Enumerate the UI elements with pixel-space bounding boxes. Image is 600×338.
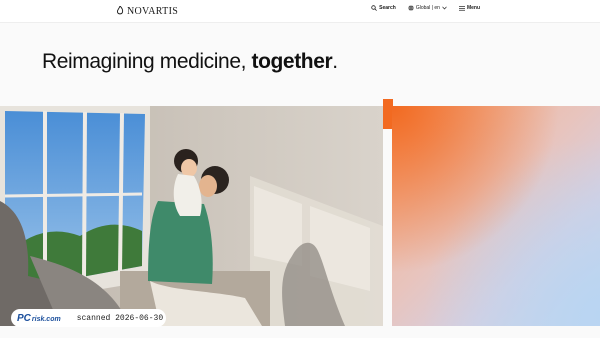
headline-period: . [332,50,338,73]
headline-regular: Reimagining medicine, [42,50,252,73]
headline-bold: together [251,50,333,73]
novartis-logo[interactable]: NOVARTIS [116,4,178,18]
menu-label: Menu [466,5,480,11]
locale-label: Global | en [415,5,440,11]
hero-headline: Reimagining medicine, together. [42,50,338,74]
pcrisk-logo-pc: PC [17,312,31,324]
chevron-down-icon [442,6,447,10]
scan-watermark: PC risk.com scanned 2026-06-30 [11,309,166,327]
header-nav: Search Global | en Menu [371,5,480,11]
logo-text: NOVARTIS [127,5,179,17]
globe-icon [408,5,414,11]
menu-button[interactable]: Menu [458,5,480,11]
search-label: Search [379,5,396,11]
search-icon [371,5,378,11]
search-button[interactable]: Search [371,5,396,11]
gradient-panel [392,106,600,326]
mother-child-photo [0,106,383,326]
hamburger-icon [458,5,465,11]
site-header: NOVARTIS Search Global | en Menu [0,0,600,23]
flame-logo-icon [116,6,124,15]
scan-date: scanned 2026-06-30 [76,313,164,323]
pcrisk-logo: PC risk.com [17,313,61,324]
pcrisk-logo-risk: risk.com [31,315,61,323]
hero-photo [0,106,383,326]
locale-selector[interactable]: Global | en [408,5,447,11]
